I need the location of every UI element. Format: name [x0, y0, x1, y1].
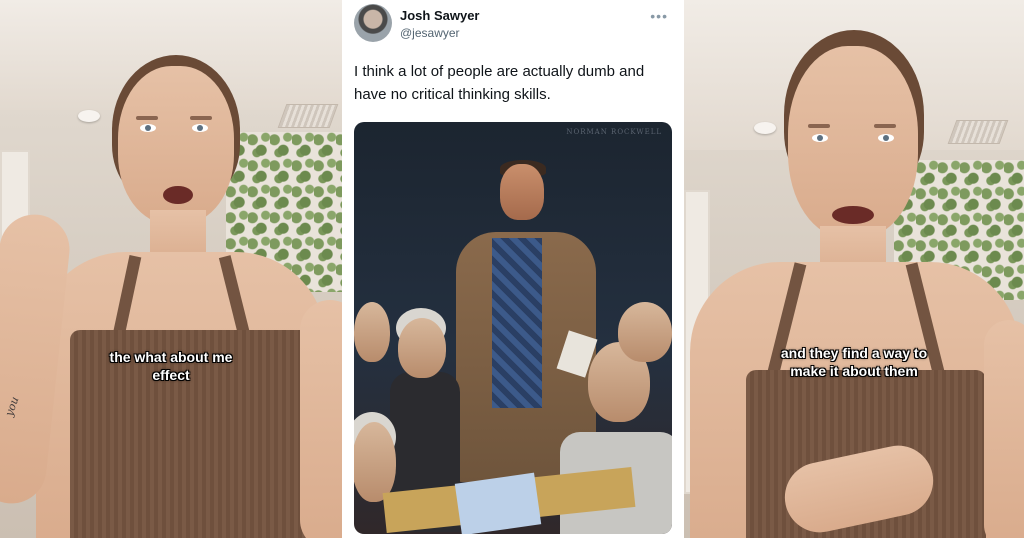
left-video-frame: you the what about me effect — [0, 0, 342, 538]
tweet-card[interactable]: Josh Sawyer @jesawyer ••• I think a lot … — [342, 0, 684, 538]
painting-signature: NORMAN ROCKWELL — [566, 128, 662, 136]
tweet-text: I think a lot of people are actually dum… — [354, 63, 645, 103]
town-report-booklet — [454, 472, 542, 534]
caption-line-2: effect — [152, 367, 190, 383]
tweet-image[interactable]: NORMAN ROCKWELL — [354, 122, 672, 534]
user-handle[interactable]: @jesawyer — [400, 26, 460, 40]
tweet-header: Josh Sawyer @jesawyer ••• — [354, 4, 672, 44]
smoke-detector — [78, 110, 100, 122]
elderly-man — [398, 318, 446, 378]
smoke-detector — [754, 122, 776, 134]
caption: and they find a way to make it about the… — [684, 344, 1024, 380]
avatar[interactable] — [354, 4, 392, 42]
standing-man-head — [500, 164, 544, 220]
more-horizontal-icon[interactable]: ••• — [650, 8, 668, 24]
caption-line-1: the what about me — [109, 349, 233, 365]
plaid-shirt — [492, 238, 542, 408]
display-name[interactable]: Josh Sawyer — [400, 8, 480, 23]
right-video-frame: and they find a way to make it about the… — [684, 0, 1024, 538]
air-vent — [947, 120, 1009, 144]
caption: the what about me effect — [0, 348, 342, 384]
caption-line-2: make it about them — [790, 363, 918, 379]
air-vent — [277, 104, 339, 128]
caption-line-1: and they find a way to — [780, 345, 928, 361]
